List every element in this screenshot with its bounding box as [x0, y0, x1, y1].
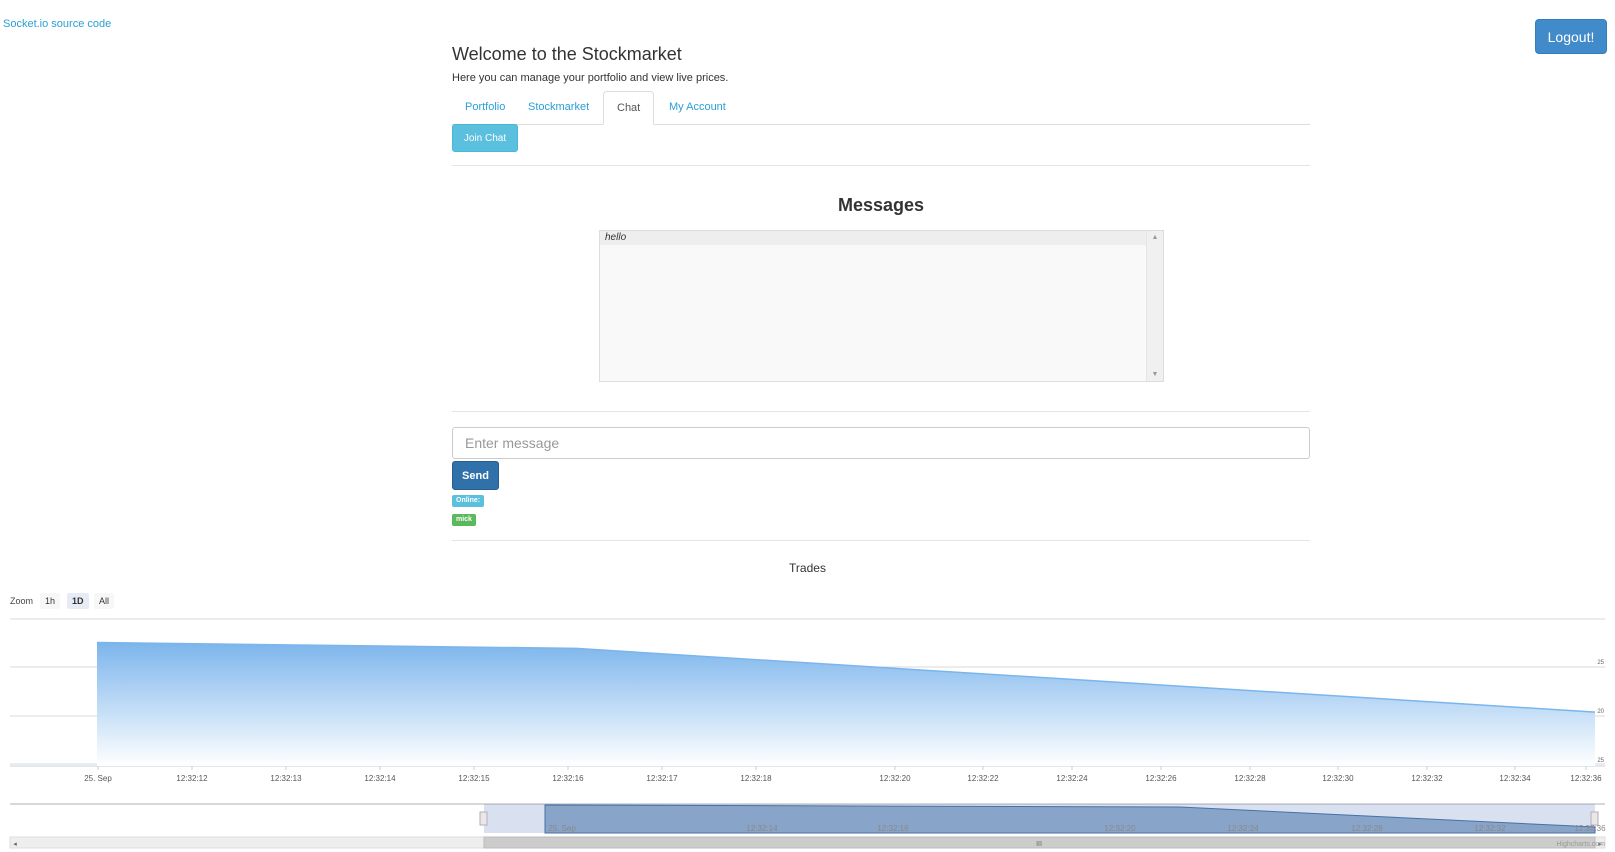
y-tick-label: 20 [1597, 709, 1604, 715]
navigator-handle-left [479, 811, 488, 826]
x-tick-label: 12:32:16 [552, 774, 584, 783]
tab-chat[interactable]: Chat [603, 91, 655, 125]
tab-portfolio[interactable]: Portfolio [452, 91, 518, 123]
navigator-tick-label: 12:32:32 [1474, 824, 1506, 833]
messages-list: hello [600, 231, 1147, 381]
page-title: Welcome to the Stockmarket [452, 44, 682, 64]
scroll-down-arrow-icon[interactable]: ▼ [1147, 371, 1163, 378]
x-tick-label: 12:32:18 [740, 774, 772, 783]
chart-credit: Highcharts.com [1556, 841, 1605, 848]
x-tick-label: 12:32:24 [1056, 774, 1088, 783]
x-tick-label: 12:32:26 [1145, 774, 1177, 783]
message-input[interactable] [452, 427, 1310, 459]
navigator-tick-label: 12:32:24 [1227, 824, 1259, 833]
x-tick-label: 25. Sep [84, 774, 112, 783]
navigator-tick-label: 12:32:14 [746, 824, 778, 833]
x-tick-label: 12:32:36 [1570, 774, 1602, 783]
tab-stockmarket[interactable]: Stockmarket [515, 91, 602, 123]
chart-title: Trades [789, 561, 826, 575]
navigator-tick-label: 12:32:16 [877, 824, 909, 833]
x-tick-label: 12:32:34 [1499, 774, 1531, 783]
tab-my-account[interactable]: My Account [656, 91, 739, 123]
messages-title: Messages [837, 195, 925, 215]
nav-tabs: Portfolio Stockmarket Chat My Account [452, 91, 1310, 125]
navigator-tick-label: 12:32:28 [1351, 824, 1383, 833]
logout-button[interactable]: Logout! [1535, 19, 1607, 54]
x-tick-label: 12:32:30 [1322, 774, 1354, 783]
series-area [97, 642, 1595, 766]
x-tick-label: 12:32:13 [270, 774, 302, 783]
x-tick-label: 12:32:20 [879, 774, 911, 783]
scrollbar-grip-icon: III [1036, 841, 1042, 848]
y-tick-label: 25 [1597, 758, 1604, 764]
nav-scroll-left-icon[interactable]: ◂ [13, 841, 17, 848]
x-tick-label: 12:32:32 [1411, 774, 1443, 783]
navigator-tick-label: 12:32:36 [1574, 824, 1606, 833]
x-tick-label: 12:32:22 [967, 774, 999, 783]
messages-scrollbar[interactable]: ▲ ▼ [1146, 231, 1163, 381]
divider [452, 411, 1310, 412]
messages-box[interactable]: hello ▲ ▼ [599, 230, 1164, 382]
page-subtitle: Here you can manage your portfolio and v… [452, 72, 729, 84]
chart-navigator[interactable]: 25. Sep 12:32:14 12:32:16 12:32:20 12:32:24 1… [0, 800, 1615, 852]
x-tick-label: 12:32:12 [176, 774, 208, 783]
online-user-badge: mick [452, 514, 476, 526]
x-tick-label: 12:32:28 [1234, 774, 1266, 783]
divider [452, 165, 1310, 166]
x-tick-label: 12:32:14 [364, 774, 396, 783]
trades-chart[interactable]: 25 20 25 25. Sep 12:32:12 12:32:13 12:32:14 12:… [0, 600, 1615, 790]
join-chat-button[interactable]: Join Chat [452, 124, 518, 152]
divider [452, 540, 1310, 541]
message-item: hello [600, 231, 1147, 245]
navigator-tick-label: 12:32:20 [1104, 824, 1136, 833]
scroll-up-arrow-icon[interactable]: ▲ [1147, 234, 1163, 241]
y-tick-label: 25 [1597, 660, 1604, 666]
send-button[interactable]: Send [452, 461, 499, 490]
x-tick-label: 12:32:15 [458, 774, 490, 783]
source-code-link[interactable]: Socket.io source code [3, 18, 111, 30]
navigator-tick-label: 25. Sep [548, 824, 576, 833]
x-tick-label: 12:32:17 [646, 774, 678, 783]
online-badge: Online: [452, 495, 485, 507]
